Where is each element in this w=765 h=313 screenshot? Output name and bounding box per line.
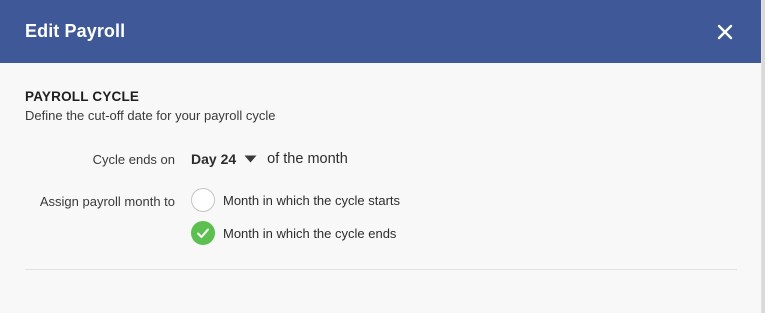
assign-month-label: Assign payroll month to bbox=[39, 194, 175, 209]
modal-body: PAYROLL CYCLE Define the cut-off date fo… bbox=[0, 63, 761, 253]
cycle-controls: Day 24 of the month bbox=[191, 151, 348, 167]
option-cycle-ends[interactable]: Month in which the cycle ends bbox=[191, 220, 400, 246]
option-cycle-ends-label: Month in which the cycle ends bbox=[223, 225, 397, 241]
modal-title: Edit Payroll bbox=[25, 21, 126, 41]
section-divider bbox=[25, 269, 737, 270]
radio-cycle-ends[interactable] bbox=[191, 221, 215, 245]
modal-header: Edit Payroll bbox=[0, 0, 761, 63]
option-cycle-starts-label: Month in which the cycle starts bbox=[223, 192, 401, 208]
section-title: PAYROLL CYCLE bbox=[25, 89, 140, 104]
assign-month-row: Assign payroll month to Month in which t… bbox=[25, 187, 736, 253]
cycle-ends-label: Cycle ends on bbox=[92, 152, 175, 167]
check-icon bbox=[197, 228, 209, 238]
radio-cycle-starts[interactable] bbox=[191, 188, 215, 212]
day-select-value: Day 24 bbox=[191, 151, 237, 167]
section-description: Define the cut-off date for your payroll… bbox=[25, 108, 276, 123]
edit-payroll-modal: Edit Payroll PAYROLL CYCLE Define the cu… bbox=[0, 0, 762, 313]
day-select-dropdown[interactable]: Day 24 bbox=[191, 151, 257, 167]
cycle-suffix: of the month bbox=[267, 151, 348, 167]
close-icon bbox=[717, 24, 733, 39]
caret-down-icon bbox=[244, 155, 257, 163]
assign-month-options: Month in which the cycle starts Month in… bbox=[191, 187, 400, 253]
option-cycle-starts[interactable]: Month in which the cycle starts bbox=[191, 187, 400, 213]
close-button[interactable] bbox=[715, 22, 735, 42]
cycle-ends-row: Cycle ends on Day 24 of the month bbox=[25, 147, 736, 171]
